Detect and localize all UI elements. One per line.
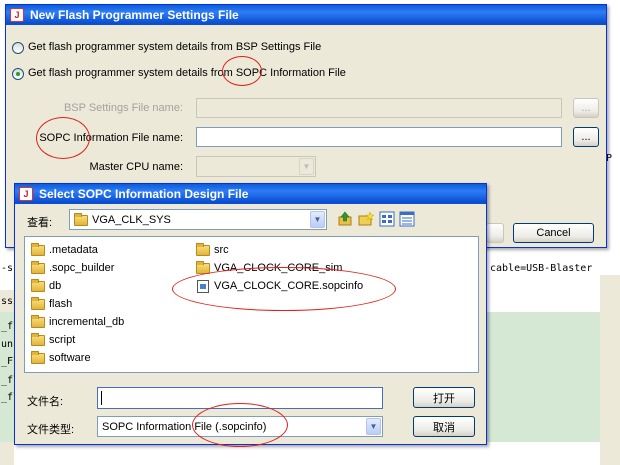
list-view-icon[interactable] <box>379 211 395 227</box>
filetype-label: 文件类型: <box>27 424 75 436</box>
folder-icon <box>31 314 45 328</box>
folder-icon <box>31 242 45 256</box>
master-cpu-label: Master CPU name: <box>89 161 183 173</box>
background-command-left: -s <box>1 263 14 274</box>
master-cpu-combo: ▼ <box>196 156 316 177</box>
radio-sopc-info[interactable] <box>12 68 24 80</box>
java-app-icon: J <box>10 8 24 22</box>
filetype-value: SOPC Information File (.sopcinfo) <box>102 421 267 433</box>
list-item[interactable]: incremental_db <box>31 314 124 330</box>
folder-icon <box>31 260 45 274</box>
bsp-file-label: BSP Settings File name: <box>63 102 183 114</box>
filetype-combo[interactable]: SOPC Information File (.sopcinfo) ▼ <box>97 416 383 437</box>
background-fragment: un <box>1 339 14 350</box>
folder-icon <box>196 242 210 256</box>
chevron-down-icon: ▼ <box>299 158 314 175</box>
bsp-browse-button: ... <box>573 98 599 118</box>
file-icon <box>197 279 209 293</box>
select-sopc-titlebar[interactable]: J Select SOPC Information Design File <box>15 184 486 204</box>
sopc-browse-button[interactable]: ... <box>573 127 599 147</box>
filename-input[interactable] <box>97 387 383 409</box>
list-item[interactable]: .metadata <box>31 242 98 258</box>
settings-cancel-button[interactable]: Cancel <box>513 223 594 243</box>
list-item[interactable]: VGA_CLOCK_CORE_sim <box>196 260 342 276</box>
background-command-right: cable=USB-Blaster <box>490 263 593 274</box>
look-in-label: 查看: <box>27 217 53 229</box>
list-item-sopcinfo[interactable]: VGA_CLOCK_CORE.sopcinfo <box>197 278 363 294</box>
sopc-file-field[interactable] <box>196 127 562 147</box>
select-sopc-dialog: J Select SOPC Information Design File 查看… <box>14 183 487 445</box>
radio-bsp-label[interactable]: Get flash programmer system details from… <box>28 41 321 53</box>
background-app-right-strip <box>600 275 620 465</box>
folder-icon <box>74 212 88 226</box>
new-folder-icon[interactable] <box>358 211 374 227</box>
text-cursor <box>101 391 102 405</box>
folder-icon <box>31 296 45 310</box>
folder-icon <box>31 332 45 346</box>
flash-settings-titlebar[interactable]: J New Flash Programmer Settings File <box>6 5 606 25</box>
list-item[interactable]: src <box>196 242 229 258</box>
filename-label: 文件名: <box>27 396 64 408</box>
list-item[interactable]: db <box>31 278 61 294</box>
list-item[interactable]: software <box>31 350 91 366</box>
folder-icon <box>31 350 45 364</box>
chevron-down-icon[interactable]: ▼ <box>366 418 381 435</box>
look-in-combo[interactable]: VGA_CLK_SYS ▼ <box>69 209 327 230</box>
flash-settings-title: New Flash Programmer Settings File <box>30 8 239 22</box>
look-in-value: VGA_CLK_SYS <box>92 214 171 226</box>
list-item[interactable]: flash <box>31 296 72 312</box>
sopc-file-label: SOPC Information File name: <box>39 132 183 144</box>
select-sopc-title: Select SOPC Information Design File <box>39 187 249 201</box>
up-folder-icon[interactable] <box>337 211 353 227</box>
java-app-icon: J <box>19 187 33 201</box>
open-cancel-button[interactable]: 取消 <box>413 416 475 437</box>
open-button[interactable]: 打开 <box>413 387 475 408</box>
chevron-down-icon[interactable]: ▼ <box>310 211 325 228</box>
details-view-icon[interactable] <box>399 211 415 227</box>
radio-sopc-label[interactable]: Get flash programmer system details from… <box>28 67 346 79</box>
list-item[interactable]: .sopc_builder <box>31 260 114 276</box>
bsp-file-field <box>196 98 562 118</box>
radio-bsp-settings[interactable] <box>12 42 24 54</box>
folder-icon <box>31 278 45 292</box>
list-item[interactable]: script <box>31 332 75 348</box>
ok-button-partial <box>486 223 504 243</box>
folder-icon <box>196 260 210 274</box>
file-list[interactable]: .metadata .sopc_builder db flash increme… <box>24 236 479 373</box>
